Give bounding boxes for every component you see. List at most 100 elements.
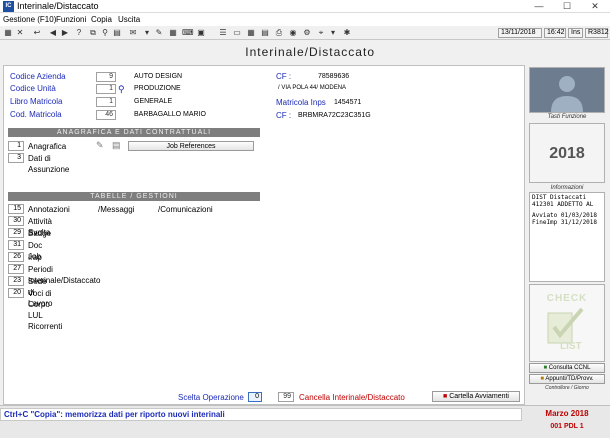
comunicazioni-link[interactable]: /Comunicazioni	[158, 204, 213, 215]
menu-copia[interactable]: Copia	[91, 13, 112, 26]
codice-unita-input[interactable]: 1	[96, 84, 116, 94]
save-icon[interactable]: ▣	[196, 28, 206, 38]
info-panel: DIST Distaccati 412301 ADDETTO AL Avviat…	[529, 192, 605, 282]
cod-matricola-label: Cod. Matricola	[10, 110, 62, 119]
info-line: Avviato 01/03/2018	[532, 212, 598, 219]
scelta-operazione-input[interactable]: 0	[248, 392, 262, 402]
arrow-left-icon[interactable]: ◀	[48, 28, 58, 38]
date-display: 13/11/2018	[498, 28, 542, 38]
cf-company-label: CF :	[276, 72, 292, 81]
appunti-button[interactable]: ■ Appunti/TD/Provv.	[529, 374, 605, 384]
cod-matricola-value: BARBAGALLO MARIO	[134, 111, 206, 118]
row-number: 3	[8, 153, 24, 163]
pdl-display: 001 PDL 1	[550, 423, 584, 430]
edit-icon[interactable]: ✎	[96, 140, 104, 151]
check-list-panel[interactable]: CHECK LIST	[529, 284, 605, 362]
cf-person-label: CF :	[276, 111, 292, 120]
dropdown-icon[interactable]: ▾	[142, 28, 152, 38]
libro-matricola-value: GENERALE	[134, 98, 173, 105]
tabelle-section-header: TABELLE / GESTIONI	[8, 192, 260, 201]
keyboard-icon[interactable]: ⌨	[182, 28, 194, 38]
mail-icon[interactable]: ✉	[128, 28, 138, 38]
consulta-ccnl-label: Consulta CCNL	[548, 365, 591, 371]
delete-icon[interactable]: ✕	[15, 28, 25, 38]
attach-icon[interactable]: ⌖	[316, 28, 326, 38]
consulta-ccnl-button[interactable]: ■ Consulta CCNL	[529, 363, 605, 373]
status-bar: Ctrl+C "Copia": memorizza dati per ripor…	[0, 405, 610, 438]
folder-icon[interactable]: ▤	[112, 140, 121, 151]
matricola-inps-value: 1454571	[334, 99, 362, 106]
help-icon[interactable]: ?	[74, 28, 84, 38]
row-number: 30	[8, 216, 24, 226]
main-content: Codice Azienda 9 AUTO DESIGN Codice Unit…	[3, 65, 525, 405]
settings-icon[interactable]: ⚙	[302, 28, 312, 38]
period-display: Marzo 2018	[545, 409, 589, 418]
paste-icon[interactable]: ▤	[112, 28, 122, 38]
row-label: Dati di Assunzione	[28, 154, 70, 174]
row-number: 29	[8, 228, 24, 238]
title-bar: IC Interinale/Distaccato — ☐ ✕	[0, 0, 610, 13]
anagrafica-section-header: ANAGRAFICA E DATI CONTRATTUALI	[8, 128, 260, 137]
exit-icon[interactable]: ↩	[32, 28, 42, 38]
row-label: Annotazioni	[28, 205, 70, 214]
year-box: 2018	[529, 123, 605, 183]
arrow-right-icon[interactable]: ▶	[60, 28, 70, 38]
doc-icon[interactable]: ▭	[232, 28, 242, 38]
controllore-label[interactable]: Controllore / Giorno	[529, 385, 605, 391]
cancella-number: 99	[278, 392, 294, 402]
scelta-operazione-label: Scelta Operazione	[178, 393, 244, 402]
codice-azienda-input[interactable]: 9	[96, 72, 116, 82]
menu-gestione[interactable]: Gestione (F10)	[3, 13, 56, 26]
check-list-top: CHECK	[546, 293, 588, 304]
status-message: Ctrl+C "Copia": memorizza dati per ripor…	[4, 410, 225, 419]
attach-dropdown-icon[interactable]: ▾	[328, 28, 338, 38]
pen-icon[interactable]: ✎	[154, 28, 164, 38]
info-line: DIST Distaccati	[532, 194, 587, 201]
close-button[interactable]: ✕	[582, 0, 608, 13]
codice-unita-label: Codice Unità	[10, 84, 56, 93]
libro-matricola-label: Libro Matricola	[10, 97, 63, 106]
matricola-inps-label: Matricola Inps	[276, 98, 326, 107]
time-display: 16:42	[544, 28, 566, 38]
menu-bar: Gestione (F10) Funzioni Copia Uscita	[0, 13, 610, 26]
cancella-link[interactable]: Cancella Interinale/Distaccato	[299, 393, 405, 402]
search-icon[interactable]: ⚲	[118, 84, 128, 94]
messaggi-link[interactable]: /Messaggi	[98, 204, 134, 215]
row-number: 31	[8, 240, 24, 250]
table-icon[interactable]: ▦	[168, 28, 178, 38]
check-list-bottom: LIST	[560, 341, 582, 352]
menu-uscita[interactable]: Uscita	[118, 13, 140, 26]
menu-funzioni[interactable]: Funzioni	[56, 13, 86, 26]
cf-person-value: BRBMRA72C23C351G	[298, 112, 371, 119]
ins-indicator: Ins	[568, 28, 583, 38]
window-title: Interinale/Distaccato	[17, 1, 99, 11]
libro-matricola-input[interactable]: 1	[96, 97, 116, 107]
print-icon[interactable]: ⎙	[274, 28, 284, 38]
row-label: Irap	[28, 253, 42, 262]
status-message-box: Ctrl+C "Copia": memorizza dati per ripor…	[0, 408, 522, 421]
row-number: 26	[8, 252, 24, 262]
cod-matricola-input[interactable]: 46	[96, 110, 116, 120]
copy-icon[interactable]: ⧉	[88, 28, 98, 38]
row-number: 15	[8, 204, 24, 214]
codice-azienda-label: Codice Azienda	[10, 72, 66, 81]
cartella-avviamenti-button[interactable]: ■ Cartella Avviamenti	[432, 391, 520, 402]
user-icon	[551, 76, 583, 112]
tasti-funzione-label[interactable]: Tasti Funzione	[529, 114, 605, 120]
search-icon[interactable]: ⚲	[100, 28, 110, 38]
grid-icon[interactable]: ▦	[3, 28, 13, 38]
row-number: 23	[8, 276, 24, 286]
row-label: Badge	[28, 229, 52, 238]
row-label: Voci di Corpo LUL Ricorrenti	[28, 289, 63, 331]
maximize-button[interactable]: ☐	[554, 0, 580, 13]
right-sidebar: Tasti Funzione 2018 Informazioni DIST Di…	[527, 65, 609, 405]
codice-azienda-value: AUTO DESIGN	[134, 73, 183, 80]
wizard-icon[interactable]: ✱	[342, 28, 352, 38]
calc-icon[interactable]: ▦	[246, 28, 256, 38]
address-value: / VIA POLA 44/ MODENA	[278, 85, 347, 91]
list-icon[interactable]: ☰	[218, 28, 228, 38]
minimize-button[interactable]: —	[526, 0, 552, 13]
report-icon[interactable]: ▤	[260, 28, 270, 38]
web-icon[interactable]: ◉	[288, 28, 298, 38]
job-references-button[interactable]: Job References	[128, 141, 254, 151]
